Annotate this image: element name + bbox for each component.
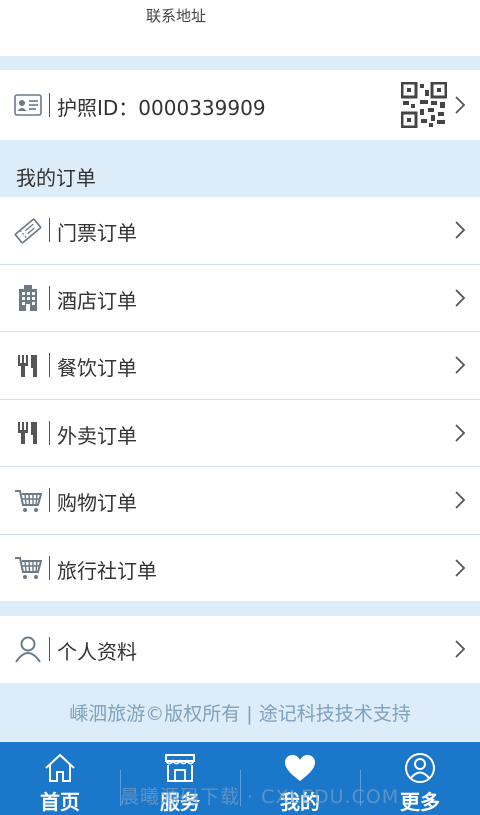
row-divider (49, 353, 50, 377)
fork-knife-icon (14, 352, 42, 380)
user-icon (14, 635, 42, 663)
section-gap (0, 56, 480, 70)
row-divider (49, 637, 50, 661)
chevron-right-icon (454, 423, 466, 443)
tab-more[interactable]: 更多 (360, 742, 480, 815)
tab-separator (360, 770, 361, 806)
qr-code-icon[interactable] (400, 81, 448, 129)
tab-mine[interactable]: 我的 (240, 742, 360, 815)
tab-label: 服务 (160, 790, 200, 814)
passport-label: 护照ID：0000339909 (57, 96, 266, 120)
chevron-right-icon (454, 490, 466, 510)
order-item-label: 购物订单 (57, 491, 137, 515)
row-divider (49, 286, 50, 310)
bottom-tab-bar: 首页 服务 我的 更多 (0, 742, 480, 815)
ticket-icon (14, 217, 42, 245)
chevron-right-icon (454, 95, 466, 115)
fork-knife-icon (14, 419, 42, 447)
tab-separator (120, 770, 121, 806)
tab-label: 更多 (400, 790, 440, 814)
row-divider (49, 488, 50, 512)
id-card-icon (14, 91, 42, 119)
tab-home[interactable]: 首页 (0, 742, 120, 815)
chevron-right-icon (454, 220, 466, 240)
order-item-label: 门票订单 (57, 221, 137, 245)
order-item-label: 外卖订单 (57, 424, 137, 448)
top-area: 联系地址 (0, 0, 480, 56)
chevron-right-icon (454, 288, 466, 308)
order-item-takeout[interactable]: 外卖订单 (0, 400, 480, 466)
copyright-text: 嵊泗旅游©版权所有 | 途记科技技术支持 (69, 703, 411, 725)
profile-label: 个人资料 (57, 640, 137, 664)
row-divider (49, 421, 50, 445)
order-item-dining[interactable]: 餐饮订单 (0, 332, 480, 399)
hotel-icon (14, 284, 42, 312)
order-item-shopping[interactable]: 购物订单 (0, 467, 480, 534)
row-divider (49, 93, 50, 117)
cart-icon (14, 487, 42, 515)
section-gap (0, 601, 480, 616)
orders-section-title: 我的订单 (16, 166, 96, 190)
order-item-tickets[interactable]: 门票订单 (0, 197, 480, 264)
passport-row[interactable]: 护照ID：0000339909 (0, 70, 480, 140)
order-item-hotel[interactable]: 酒店订单 (0, 265, 480, 331)
chevron-right-icon (454, 639, 466, 659)
order-item-label: 餐饮订单 (57, 356, 137, 380)
order-item-travel-agency[interactable]: 旅行社订单 (0, 535, 480, 601)
home-icon (43, 752, 77, 784)
tab-label: 首页 (40, 790, 80, 814)
cart-icon (14, 554, 42, 582)
order-item-label: 旅行社订单 (57, 559, 157, 583)
user-circle-icon (403, 752, 437, 784)
tab-label: 我的 (280, 790, 320, 814)
row-divider (49, 218, 50, 242)
contact-address-label: 联系地址 (146, 7, 207, 25)
row-divider (49, 556, 50, 580)
profile-row[interactable]: 个人资料 (0, 616, 480, 683)
store-icon (163, 752, 197, 784)
chevron-right-icon (454, 558, 466, 578)
tab-separator (240, 770, 241, 806)
tab-service[interactable]: 服务 (120, 742, 240, 815)
copyright-footer: 嵊泗旅游©版权所有 | 途记科技技术支持 (0, 683, 480, 742)
heart-icon (283, 752, 317, 784)
chevron-right-icon (454, 355, 466, 375)
order-item-label: 酒店订单 (57, 289, 137, 313)
